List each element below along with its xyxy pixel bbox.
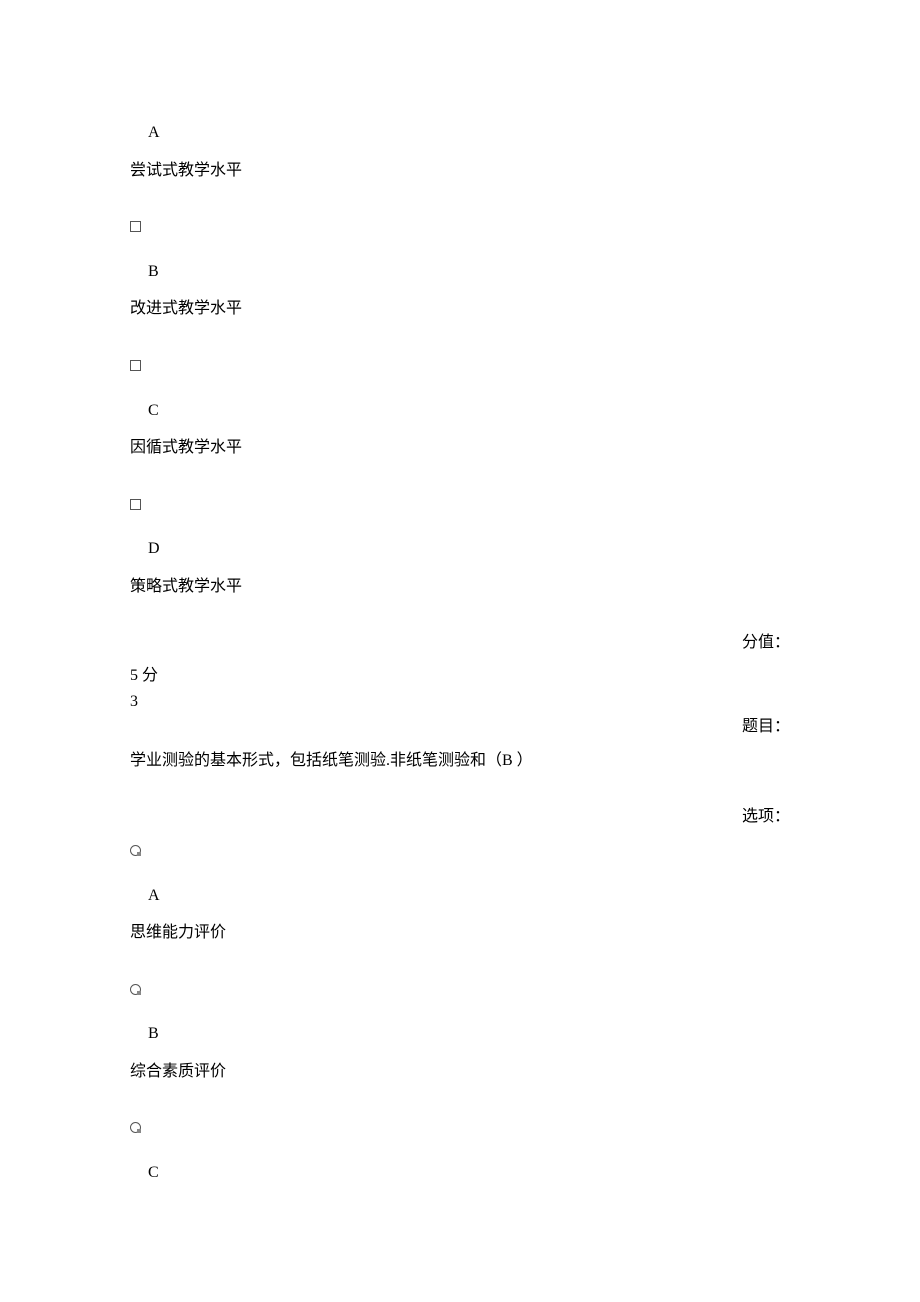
checkbox-d[interactable] [130,499,141,510]
q3-option-c-letter: C [130,1160,790,1186]
q3-option-a-text: 思维能力评价 [130,920,790,946]
q3-option-b-text: 综合素质评价 [130,1059,790,1085]
radio-c[interactable] [130,1122,141,1133]
option-b-letter: B [130,259,790,285]
option-d-text: 策略式教学水平 [130,574,790,600]
option-b-text: 改进式教学水平 [130,296,790,322]
radio-b[interactable] [130,984,141,995]
question-stem: 学业测验的基本形式，包括纸笔测验.非纸笔测验和（B ） [130,748,790,774]
question-number: 3 [130,689,790,715]
option-a-letter: A [130,120,790,146]
radio-a[interactable] [130,845,141,856]
checkbox-c[interactable] [130,360,141,371]
q3-option-a-letter: A [130,883,790,909]
q3-option-b-letter: B [130,1021,790,1047]
score-label: 分值： [130,630,790,656]
option-a-text: 尝试式教学水平 [130,158,790,184]
option-c-letter: C [130,398,790,424]
options-label: 选项： [130,804,790,830]
stem-label: 题目： [130,714,790,740]
score-value: 5 分 [130,663,790,689]
option-d-letter: D [130,536,790,562]
option-c-text: 因循式教学水平 [130,435,790,461]
checkbox-b[interactable] [130,221,141,232]
